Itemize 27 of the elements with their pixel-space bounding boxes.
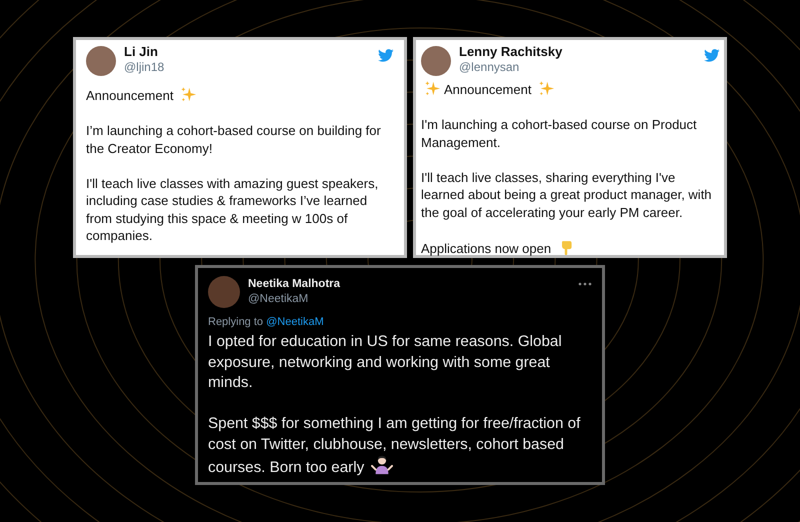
author-handle: @NeetikaM — [248, 292, 310, 307]
tweet-text: I’m launching a cohort-based course on building for the Creator Economy! — [86, 122, 382, 157]
mention-link[interactable]: @NeetikaM — [266, 316, 324, 328]
shrugging-person-icon — [371, 455, 394, 475]
avatar — [208, 276, 240, 308]
tweet-text: I'll teach live classes, sharing everything I've learned about being a great product manager, with the goal of accelerating your early PM career. — [421, 168, 713, 221]
tweet-text: Spent $$$ for something I am getting for free/fraction of cost on Twitter, clubhouse, newsletters, cohort based courses. Born too early — [208, 414, 582, 478]
tweet-text: I'll teach live classes with amazing guest speakers, including case studies & frameworks I’ve learned from studying this space & meeting w 100s of companies. — [86, 174, 380, 244]
sparkles-icon — [538, 80, 556, 97]
tweet-text: Announcement — [421, 80, 720, 98]
author-name: Neetika Malhotra — [248, 277, 342, 292]
author-handle: @ljin18 — [124, 60, 166, 75]
avatar — [421, 46, 451, 76]
bird-icon — [704, 49, 720, 62]
tweet-text: Announcement — [86, 86, 394, 104]
sparkles-icon — [424, 80, 441, 97]
tweet-text: I opted for education in US for same reasons. Global exposure, networking and working with some great minds. — [208, 332, 563, 393]
sparkles-icon — [180, 86, 198, 103]
author-handle: @lennysan — [459, 60, 520, 75]
tweet-text: Applications now open — [421, 238, 720, 257]
author-name: Lenny Rachitsky — [459, 44, 564, 60]
tweet-text: I'm launching a cohort-based course on Product Management. — [421, 116, 698, 151]
more-icon[interactable] — [578, 282, 592, 286]
replying-to-text: Replying to @NeetikaM — [208, 316, 325, 328]
avatar — [86, 46, 116, 76]
author-name: Li Jin — [124, 44, 159, 60]
bird-icon — [378, 49, 394, 62]
